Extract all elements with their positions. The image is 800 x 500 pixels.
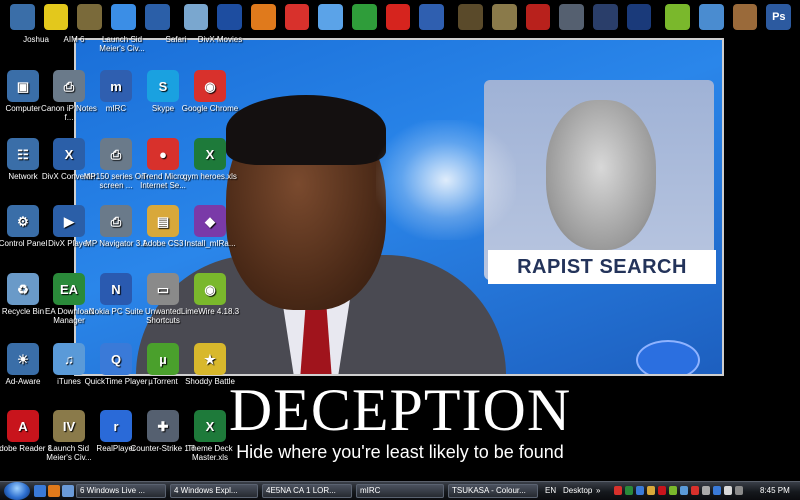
desktop-icon-label: Install_mIRa... [184,239,236,248]
photo-glare [376,120,516,240]
taskbar: 6 Windows Live ... 4 Windows Expl... 4E5NA… [0,481,800,500]
desktop-icon-chrome[interactable]: ◉ Google Chrome [177,70,243,113]
aim-logo-icon[interactable] [385,4,411,30]
mp150-icon: ⎙ [100,138,132,170]
safari-icon[interactable] [111,4,136,30]
divx-converter-icon: X [53,138,85,170]
tools-icon[interactable] [732,4,758,30]
utorrent-icon: µ [147,343,179,375]
limewire-icon[interactable] [665,4,691,30]
game-icon[interactable] [458,4,483,30]
tray-icon[interactable] [636,486,644,495]
desktop-icon-label: gym heroes.xls [183,172,237,181]
folder-icon[interactable] [10,4,35,30]
halo-icon[interactable] [592,4,618,30]
tray-icon[interactable] [735,486,743,495]
aim-icon[interactable] [43,4,69,30]
taskbar-button[interactable]: 4 Windows Expl... [170,484,258,498]
safari-compass-icon[interactable] [318,4,344,30]
tray-icon[interactable] [724,486,732,495]
gym-icon: X [194,138,226,170]
counter-strike-icon[interactable] [559,4,584,30]
sketch-face [546,100,656,250]
adobe-reader-icon: A [7,410,39,442]
chevron-icon[interactable]: » [596,485,600,497]
quick-launch-label: Launch Sid Meier's Civ... [99,35,145,53]
anchor-hair [226,95,386,165]
recycle-bin-icon[interactable] [183,4,209,30]
desktop-icon-label: Google Chrome [181,104,239,113]
desktop-icon-install-mirc[interactable]: ◆ Install_mIRa... [177,205,243,248]
aoe3-icon[interactable] [525,4,551,30]
tray-icon[interactable] [680,486,688,495]
ad-aware-icon: ☀ [7,343,39,375]
game-box-icon[interactable] [626,4,652,30]
taskbar-button[interactable]: 6 Windows Live ... [76,484,166,498]
civ4-icon: IV [53,410,85,442]
clock[interactable]: 8:45 PM [760,485,790,497]
chrome-icon[interactable] [284,4,310,30]
messenger-icon[interactable] [352,4,377,30]
firefox-icon[interactable] [48,485,60,497]
tray-icon[interactable] [669,486,677,495]
theme-deck-icon: X [194,410,226,442]
desktop-icon-theme-deck[interactable]: X Theme Deck Master.xls [177,410,243,462]
firefox-icon[interactable] [250,4,276,30]
network-icon: ☷ [7,138,39,170]
tray-icon[interactable] [625,486,633,495]
sticky-icon[interactable] [699,4,724,30]
mirc-icon: m [100,70,132,102]
tray-icon[interactable] [713,486,721,495]
divx-icon[interactable] [144,4,170,30]
recycle-bin-icon: ♻ [7,273,39,305]
tray-icon[interactable] [614,486,622,495]
mirc-icon[interactable] [419,4,445,30]
realplayer-icon: r [100,410,132,442]
taskbar-button[interactable]: mIRC [356,484,444,498]
civ-logo-icon[interactable] [491,4,517,30]
desktop-icon-label: Theme Deck Master.xls [187,444,233,462]
show-desktop-icon[interactable] [34,485,46,497]
language-indicator[interactable]: EN [545,485,556,497]
canon-icon: ⎙ [53,70,85,102]
shoddy-icon: ★ [194,343,226,375]
tv-banner: RAPIST SEARCH [488,250,716,284]
nokia-icon: N [100,273,132,305]
civ-icon[interactable] [77,4,103,30]
quick-launch-label: DivX Movies [197,35,243,44]
tray-icon[interactable] [658,486,666,495]
channel-logo [636,340,700,374]
divx-player-icon: ▶ [53,205,85,237]
desktop-toolbar[interactable]: Desktop [563,485,592,497]
desktop-icon-limewire[interactable]: ◉ LimeWire 4.18.3 [177,273,243,316]
quick-launch-bar: Ps [0,0,800,34]
install-mirc-icon: ◆ [194,205,226,237]
counter-strike-icon: ✚ [147,410,179,442]
desktop-icon-label: LimeWire 4.18.3 [180,307,240,316]
control-panel-icon: ⚙ [7,205,39,237]
trend-micro-icon: ● [147,138,179,170]
switch-windows-icon[interactable] [62,485,74,497]
adobe-cs3-icon: ▤ [147,205,179,237]
unwanted-icon: ▭ [147,273,179,305]
tray-icon[interactable] [647,486,655,495]
computer-icon: ▣ [7,70,39,102]
desktop-icon-shoddy[interactable]: ★ Shoddy Battle [177,343,243,386]
photoshop-icon[interactable]: Ps [766,4,792,30]
desktop-icon-gym[interactable]: Xgym heroes.xls [177,138,243,181]
windows-media-icon[interactable] [217,4,242,30]
desktop-icon-label: Shoddy Battle [185,377,235,386]
taskbar-button[interactable]: TSUKASA - Colour... [448,484,538,498]
quicktime-icon: Q [100,343,132,375]
limewire-icon: ◉ [194,273,226,305]
skype-icon: S [147,70,179,102]
ea-download-icon: EA [53,273,85,305]
mp-navigator-icon: ⎙ [100,205,132,237]
tray-icon[interactable] [702,486,710,495]
start-button[interactable] [4,482,30,500]
chrome-icon: ◉ [194,70,226,102]
tray-icon[interactable] [691,486,699,495]
itunes-icon: ♫ [53,343,85,375]
taskbar-button[interactable]: 4E5NA CA 1 LOR... [262,484,352,498]
